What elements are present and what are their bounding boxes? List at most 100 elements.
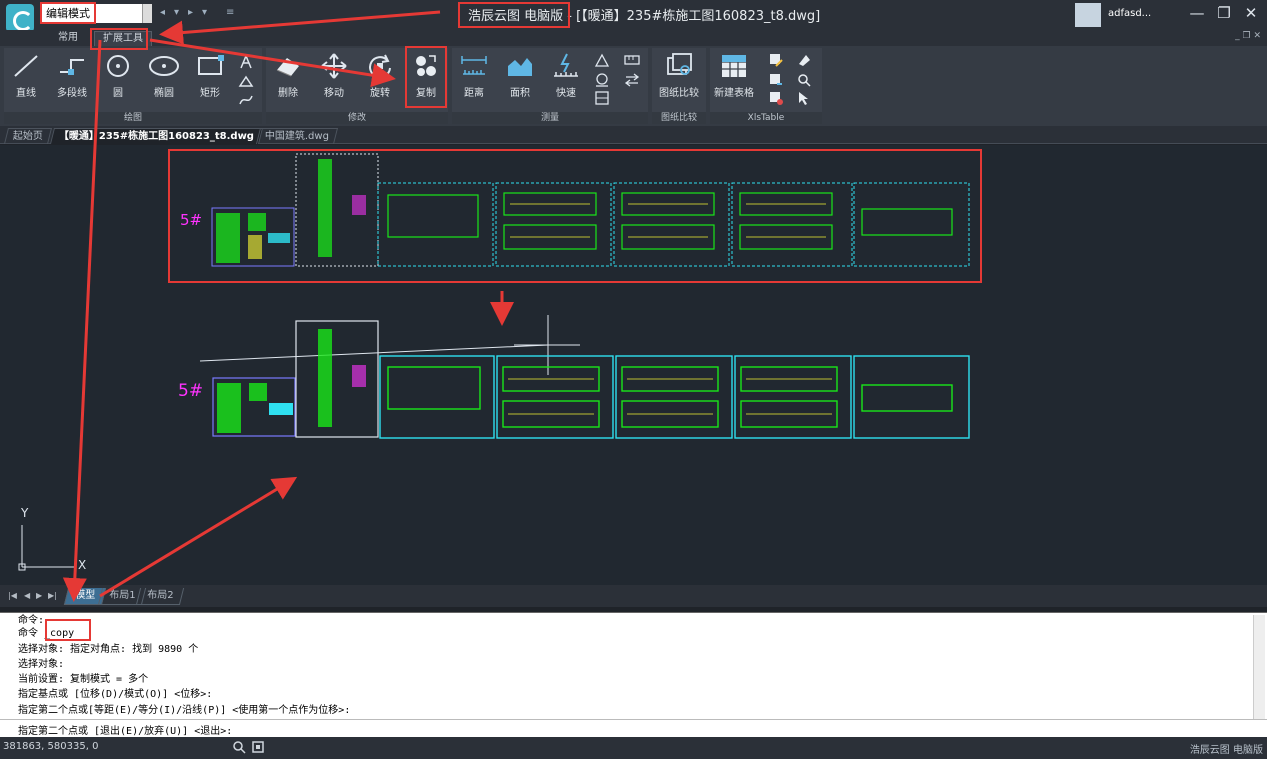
distance-tool-button[interactable]: 距离 bbox=[452, 52, 496, 104]
command-history-line: 命令 _copy bbox=[18, 628, 75, 639]
mode-select[interactable]: 编辑模式 bbox=[42, 4, 152, 23]
copy-icon bbox=[416, 55, 436, 76]
original-drawing-set: 5# bbox=[180, 153, 970, 267]
new-table-button[interactable]: 新建表格 bbox=[712, 52, 756, 104]
ucs-icon: Y X bbox=[18, 506, 86, 572]
distance-icon bbox=[461, 56, 487, 75]
command-scrollbar[interactable] bbox=[1253, 615, 1265, 719]
table-export-icon[interactable] bbox=[768, 90, 784, 106]
redo-icon[interactable]: ▸ bbox=[188, 7, 193, 18]
app-logo-icon bbox=[6, 4, 34, 32]
rotate-tool-button[interactable]: 旋转 bbox=[358, 52, 402, 104]
table-icon bbox=[722, 55, 746, 77]
ribbon: 直线 多段线 圆 椭圆 矩形 绘图 删除 移动 旋转 复制 修改 距离 面积 快… bbox=[0, 46, 1267, 126]
eraser-icon bbox=[276, 58, 299, 77]
prev-layout-icon[interactable]: ◀ bbox=[24, 591, 30, 600]
group-compare-label: 图纸比较 bbox=[652, 112, 706, 124]
command-input-row[interactable]: 指定第二个点或 [退出(E)/放弃(U)] <退出>: bbox=[0, 719, 1267, 737]
area-icon bbox=[508, 58, 532, 76]
quick-access-customize-icon[interactable]: ≡ bbox=[226, 7, 234, 18]
zoom-icon[interactable] bbox=[232, 740, 246, 754]
first-layout-icon[interactable]: |◀ bbox=[8, 591, 17, 600]
user-avatar[interactable] bbox=[1075, 3, 1101, 27]
doc-tab-china-architecture[interactable]: 中国建筑.dwg bbox=[256, 128, 339, 144]
command-history-line: 选择对象: bbox=[18, 659, 65, 670]
window-title: 浩辰云图 电脑版 - [【暖通】235#栋施工图160823_t8.dwg] bbox=[468, 9, 821, 24]
coordinate-measure-icon[interactable] bbox=[594, 90, 610, 106]
tab-extended-tools[interactable]: 扩展工具 bbox=[94, 31, 152, 46]
table-edit-icon[interactable] bbox=[768, 52, 784, 68]
floor-plan-sheet-2-bottom bbox=[496, 355, 614, 439]
restore-icon[interactable]: ❐ bbox=[1213, 4, 1235, 22]
command-history-line: 选择对象: 指定对角点: 找到 9890 个 bbox=[18, 644, 199, 655]
floor-plan-sheet-1-bottom bbox=[379, 355, 495, 439]
line-icon bbox=[14, 55, 38, 77]
ellipse-tool-button[interactable]: 椭圆 bbox=[142, 52, 186, 104]
command-history-line: 指定第二个点或[等距(E)/等分(I)/沿线(P)] <使用第一个点作为位移>: bbox=[18, 705, 351, 716]
move-tool-button[interactable]: 移动 bbox=[312, 52, 356, 104]
group-measure-label: 测量 bbox=[452, 112, 648, 124]
radius-measure-icon[interactable] bbox=[594, 72, 610, 88]
user-name[interactable]: adfasd... bbox=[1108, 8, 1151, 19]
undo-dropdown-icon[interactable]: ▾ bbox=[174, 7, 179, 18]
mode-dropdown-arrow-icon[interactable] bbox=[142, 4, 152, 23]
drawing-canvas[interactable]: 5# 5# Y X bbox=[0, 145, 1267, 585]
rectangle-tool-button[interactable]: 矩形 bbox=[188, 52, 232, 104]
table-style-icon[interactable] bbox=[796, 52, 812, 68]
title-bar: 编辑模式 ◂ ▾ ▸ ▾ ≡ 浩辰云图 电脑版 - [【暖通】235#栋施工图1… bbox=[0, 0, 1267, 32]
minimize-icon[interactable]: — bbox=[1186, 4, 1208, 22]
command-history-line: 指定基点或 [位移(D)/模式(O)] <位移>: bbox=[18, 689, 213, 700]
command-window[interactable]: 命令: 命令 _copy 选择对象: 指定对角点: 找到 9890 个 选择对象… bbox=[0, 612, 1267, 737]
mdi-window-controls[interactable]: _ ❐ ✕ bbox=[1235, 31, 1261, 41]
cursor-coordinates: 381863, 580335, 0 bbox=[3, 741, 99, 752]
doc-tab-start-page[interactable]: 起始页 bbox=[4, 128, 52, 144]
swap-arrows-icon[interactable] bbox=[624, 72, 640, 88]
text-icon[interactable] bbox=[238, 54, 254, 70]
circle-icon bbox=[107, 55, 129, 77]
status-brand: 浩辰云图 电脑版 bbox=[1189, 745, 1263, 756]
circle-tool-button[interactable]: 圆 bbox=[96, 52, 140, 104]
compare-drawings-button[interactable]: 图纸比较 bbox=[657, 52, 701, 104]
group-xlstable: 新建表格 XlsTable bbox=[710, 48, 822, 124]
tab-common[interactable]: 常用 bbox=[50, 31, 86, 46]
polyline-icon bbox=[60, 59, 84, 75]
compare-icon bbox=[667, 53, 692, 75]
table-select-icon[interactable] bbox=[796, 90, 812, 106]
move-icon bbox=[321, 53, 347, 79]
group-draw: 直线 多段线 圆 椭圆 矩形 绘图 bbox=[4, 48, 262, 124]
rotate-icon bbox=[369, 54, 391, 79]
drawing-svg[interactable]: 5# 5# Y X bbox=[0, 145, 1267, 585]
angle-measure-icon[interactable] bbox=[594, 52, 610, 68]
quick-measure-icon bbox=[554, 53, 578, 77]
building-label-top: 5# bbox=[180, 211, 202, 229]
copied-drawing-set: 5# bbox=[178, 315, 970, 439]
next-layout-icon[interactable]: ▶ bbox=[36, 591, 42, 600]
layout-tab-layout2[interactable]: 布局2 bbox=[135, 588, 185, 605]
status-bar: 381863, 580335, 0 浩辰云图 电脑版 bbox=[0, 737, 1267, 759]
ruler-icon[interactable] bbox=[624, 52, 640, 68]
zoom-extents-icon[interactable] bbox=[251, 740, 265, 754]
floor-plan-sheet-4-bottom bbox=[734, 355, 852, 439]
spline-icon[interactable] bbox=[238, 92, 254, 108]
redo-dropdown-icon[interactable]: ▾ bbox=[202, 7, 207, 18]
building-label-bottom: 5# bbox=[178, 381, 203, 401]
delete-tool-button[interactable]: 删除 bbox=[266, 52, 310, 104]
quick-measure-tool-button[interactable]: 快速 bbox=[544, 52, 588, 104]
table-find-icon[interactable] bbox=[796, 72, 812, 88]
line-tool-button[interactable]: 直线 bbox=[4, 52, 48, 104]
undo-icon[interactable]: ◂ bbox=[160, 7, 165, 18]
group-draw-label: 绘图 bbox=[4, 112, 262, 124]
close-icon[interactable]: ✕ bbox=[1240, 4, 1262, 22]
polyline-tool-button[interactable]: 多段线 bbox=[50, 52, 94, 104]
cloud-icon[interactable] bbox=[238, 74, 254, 90]
doc-tab-hvac-drawing[interactable]: 【暖通】235#栋施工图160823_t8.dwg bbox=[50, 128, 264, 144]
command-prompt[interactable]: 指定第二个点或 [退出(E)/放弃(U)] <退出>: bbox=[18, 722, 232, 737]
table-import-icon[interactable] bbox=[768, 72, 784, 88]
ellipse-icon bbox=[149, 56, 179, 76]
svg-text:X: X bbox=[78, 558, 86, 572]
area-tool-button[interactable]: 面积 bbox=[498, 52, 542, 104]
copy-tool-button[interactable]: 复制 bbox=[404, 52, 448, 104]
floor-plan-sheet-3-bottom bbox=[615, 355, 733, 439]
last-layout-icon[interactable]: ▶| bbox=[48, 591, 57, 600]
group-compare: 图纸比较 图纸比较 bbox=[652, 48, 706, 124]
